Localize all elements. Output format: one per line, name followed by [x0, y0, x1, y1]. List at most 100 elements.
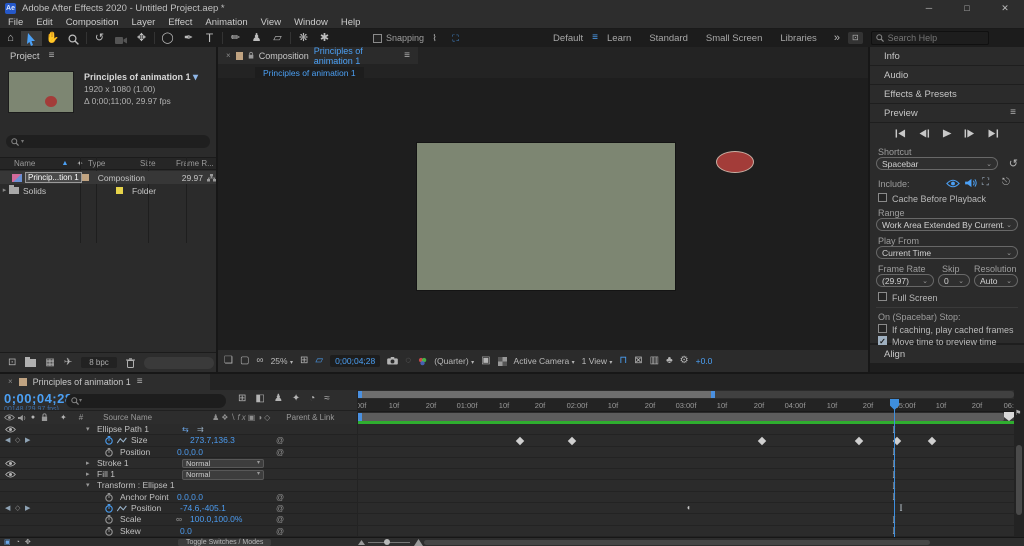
- composition-thumbnail[interactable]: [8, 71, 74, 113]
- stopwatch-icon[interactable]: [105, 526, 113, 536]
- previous-frame-button[interactable]: [916, 127, 933, 139]
- label-color-swatch[interactable]: [81, 174, 89, 181]
- move-time-checkbox[interactable]: ✓: [878, 336, 887, 346]
- workspace-menu-icon[interactable]: ≡: [592, 33, 598, 43]
- add-keyframe-icon[interactable]: ◇: [15, 436, 20, 445]
- blend-mode-select[interactable]: Normal ▾: [182, 458, 264, 469]
- new-composition-icon[interactable]: ▦: [45, 357, 54, 368]
- project-row-name[interactable]: Princip...tion 1: [25, 172, 82, 183]
- share-icon[interactable]: ⎋: [1002, 178, 1010, 188]
- skip-select[interactable]: 0 ⌄: [938, 274, 970, 287]
- label-color-swatch[interactable]: [116, 187, 123, 194]
- menu-layer[interactable]: Layer: [132, 17, 156, 28]
- frame-rate-select[interactable]: (29.97) ⌄: [876, 274, 934, 287]
- hand-tool[interactable]: ✋: [42, 29, 63, 47]
- rotate-tool[interactable]: ↺: [89, 29, 110, 47]
- cache-before-playback-checkbox[interactable]: [878, 193, 887, 202]
- next-keyframe-icon[interactable]: ▶: [25, 504, 30, 513]
- project-panel-menu-icon[interactable]: ≡: [49, 51, 55, 61]
- mask-visibility-icon[interactable]: ▱: [315, 356, 323, 366]
- clone-stamp-tool[interactable]: ♟: [246, 29, 267, 47]
- column-size[interactable]: Size: [140, 159, 176, 168]
- include-video-icon[interactable]: [946, 179, 960, 188]
- twirl-down-icon[interactable]: ▾: [86, 481, 90, 490]
- timeline-vertical-scrollbar[interactable]: ⚑: [1014, 390, 1024, 537]
- group-label[interactable]: Stroke 1: [97, 458, 129, 468]
- timeline-timecode[interactable]: 0;00;04;28: [4, 391, 73, 406]
- property-label[interactable]: Position: [120, 447, 150, 457]
- preview-panel-header[interactable]: Preview ≡: [870, 104, 1024, 122]
- audio-panel-header[interactable]: Audio: [870, 66, 1024, 84]
- delete-icon[interactable]: [125, 357, 135, 368]
- close-tab-icon[interactable]: ×: [226, 51, 231, 60]
- minimize-button[interactable]: ─: [910, 0, 948, 16]
- vr-goggles-icon[interactable]: ∞: [256, 356, 263, 366]
- constrain-link-icon[interactable]: ∞: [176, 515, 182, 524]
- shape-tool[interactable]: ◯: [157, 29, 178, 47]
- workspace-libraries[interactable]: Libraries: [780, 33, 816, 44]
- menu-help[interactable]: Help: [341, 17, 361, 28]
- pen-tool[interactable]: ✒: [178, 29, 199, 47]
- sort-ascending-icon[interactable]: ▲: [58, 160, 72, 167]
- composition-tab[interactable]: × Composition Principles of animation 1 …: [218, 46, 418, 66]
- align-panel-header[interactable]: Align: [870, 345, 1024, 363]
- main-monitor-icon[interactable]: ▢: [240, 356, 249, 366]
- property-label[interactable]: Position: [131, 504, 161, 513]
- column-frame-rate[interactable]: Frame R...: [176, 159, 214, 168]
- comp-marker-button[interactable]: ⚑: [1015, 410, 1021, 417]
- snapshot-camera-icon[interactable]: [387, 357, 399, 365]
- close-tab-icon[interactable]: ×: [8, 378, 13, 386]
- group-label[interactable]: Ellipse Path 1: [97, 425, 149, 434]
- close-button[interactable]: ✕: [986, 0, 1024, 16]
- zoom-out-mountain-icon[interactable]: [358, 540, 365, 545]
- twirl-right-icon[interactable]: ▸: [86, 459, 90, 468]
- play-button[interactable]: [939, 127, 956, 139]
- wand-icon[interactable]: ✈: [64, 357, 72, 368]
- color-depth-button[interactable]: 8 bpc: [81, 357, 117, 368]
- exposure-gear-icon[interactable]: ⚙: [680, 356, 689, 366]
- puppet-pin-tool[interactable]: ✱: [314, 29, 335, 47]
- flowchart-icon[interactable]: ♣: [666, 356, 673, 366]
- view-layout-select[interactable]: 1 View ▾: [582, 356, 613, 366]
- row-ellipse-path[interactable]: ▾ Ellipse Path 1 ⇆ ⇉: [0, 424, 357, 436]
- path-direction-icon[interactable]: ⇆: [182, 425, 189, 434]
- first-frame-button[interactable]: [893, 127, 910, 139]
- viewer-timecode[interactable]: 0;00;04;28: [330, 355, 381, 367]
- path-operation-icon[interactable]: ⇉: [197, 425, 204, 434]
- snap-features-icon[interactable]: ⛶: [445, 29, 466, 47]
- timeline-tab[interactable]: × Principles of animation 1 ≡: [0, 374, 210, 390]
- pan-behind-tool[interactable]: ✥: [131, 29, 152, 47]
- composition-viewport[interactable]: [218, 78, 868, 350]
- stopwatch-icon-active[interactable]: [105, 436, 113, 445]
- menu-effect[interactable]: Effect: [168, 17, 192, 28]
- pixel-aspect-icon[interactable]: ⊠: [634, 356, 642, 366]
- navigator-end-handle[interactable]: [711, 391, 715, 398]
- workspace-default[interactable]: Default: [553, 33, 583, 44]
- pickwhip-icon[interactable]: @: [276, 448, 284, 457]
- brainstorm-icon[interactable]: ✥: [25, 539, 31, 546]
- prev-keyframe-icon[interactable]: ◀: [5, 436, 10, 445]
- maximize-button[interactable]: □: [948, 0, 986, 16]
- search-options-chevron[interactable]: ▾: [21, 139, 24, 145]
- zoom-in-mountain-icon[interactable]: [414, 539, 423, 546]
- timeline-zoom-slider[interactable]: [368, 539, 410, 545]
- eye-icon[interactable]: [5, 460, 16, 467]
- play-from-select[interactable]: Current Time ⌄: [876, 246, 1018, 259]
- interpret-footage-icon[interactable]: ⊡: [8, 357, 16, 368]
- reset-icon[interactable]: ↺: [1009, 159, 1018, 170]
- range-select[interactable]: Work Area Extended By Current... ⌄: [876, 218, 1018, 231]
- prev-keyframe-icon[interactable]: ◀: [5, 504, 10, 513]
- hide-shy-icon[interactable]: ♟: [274, 394, 283, 404]
- group-label[interactable]: Transform : Ellipse 1: [97, 481, 175, 490]
- new-folder-icon[interactable]: [25, 356, 37, 367]
- menu-animation[interactable]: Animation: [205, 17, 247, 28]
- property-value[interactable]: 0.0: [180, 526, 192, 536]
- draft-3d-icon[interactable]: ◧: [255, 394, 264, 404]
- current-time-indicator[interactable]: [894, 399, 895, 537]
- workspace-learn[interactable]: Learn: [607, 33, 631, 44]
- property-value[interactable]: 100.0,100.0%: [190, 515, 242, 524]
- pickwhip-icon[interactable]: @: [276, 436, 284, 445]
- work-area-bar[interactable]: [360, 413, 1004, 421]
- row-stroke[interactable]: ▸ Stroke 1 Normal ▾: [0, 458, 357, 470]
- roto-brush-tool[interactable]: ❋: [293, 29, 314, 47]
